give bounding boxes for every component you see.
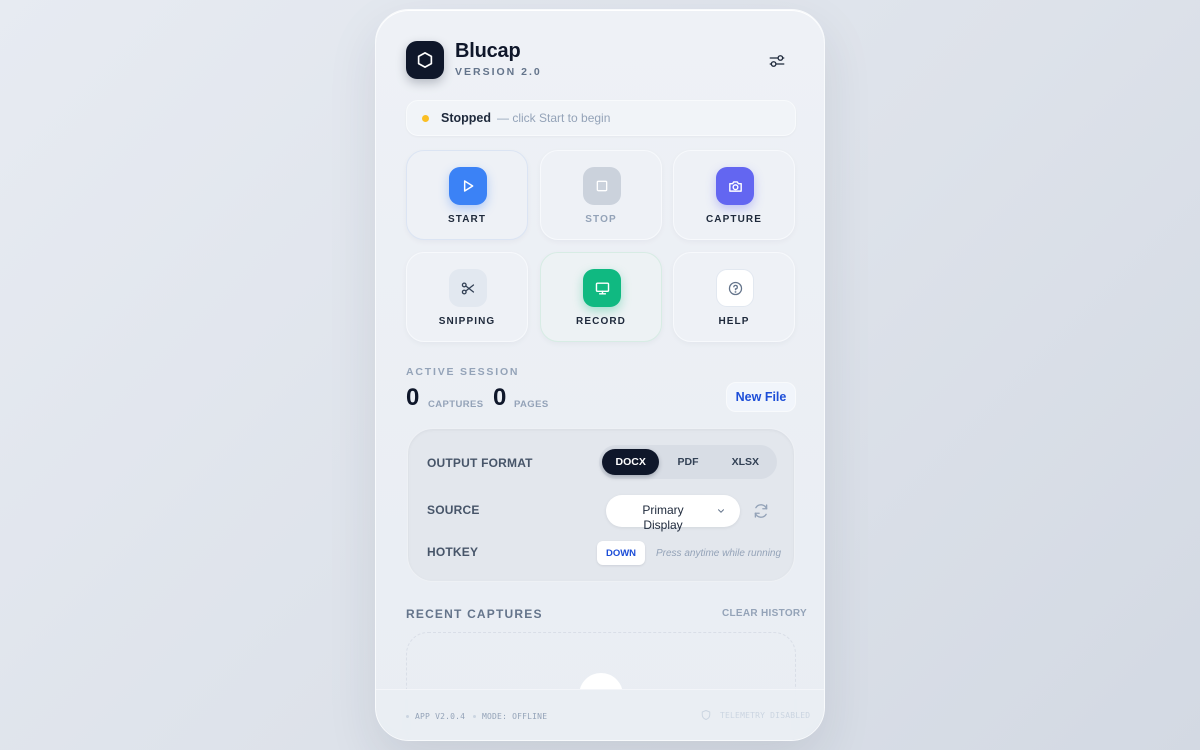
chevron-down-icon	[718, 509, 724, 513]
snipping-label: SNIPPING	[438, 316, 496, 327]
pages-count: 0	[493, 384, 507, 411]
format-option-docx[interactable]: DOCX	[602, 449, 660, 475]
footer-mode: MODE: OFFLINE	[473, 712, 547, 721]
record-button[interactable]: RECORD	[540, 252, 662, 342]
refresh-icon[interactable]	[752, 502, 770, 520]
settings-panel: OUTPUT FORMAT DOCX PDF XLSX SOURCE Prima…	[407, 428, 795, 582]
stop-button[interactable]: STOP	[540, 150, 662, 240]
hotkey-label: HOTKEY	[427, 545, 479, 559]
shield-icon	[701, 710, 711, 720]
clear-history-button[interactable]: CLEAR HISTORY	[722, 608, 807, 619]
start-button[interactable]: START	[406, 150, 528, 240]
app-title: Blucap	[455, 40, 521, 62]
help-label: HELP	[718, 316, 750, 327]
snipping-button[interactable]: SNIPPING	[406, 252, 528, 342]
sliders-icon	[769, 55, 785, 67]
hotkey-hint: Press anytime while running	[656, 548, 782, 559]
play-icon	[449, 167, 487, 205]
source-value: Primary Display	[642, 503, 684, 532]
app-window: Blucap VERSION 2.0 Stopped — click Start…	[375, 9, 825, 741]
scissors-icon	[449, 269, 487, 307]
monitor-icon	[583, 269, 621, 307]
capture-button[interactable]: CAPTURE	[673, 150, 795, 240]
output-format-label: OUTPUT FORMAT	[427, 456, 533, 470]
capture-label: CAPTURE	[705, 214, 763, 225]
source-label: SOURCE	[427, 503, 480, 517]
format-option-pdf[interactable]: PDF	[659, 449, 716, 475]
footer-app-version: APP V2.0.4	[406, 712, 465, 721]
help-button[interactable]: HELP	[673, 252, 795, 342]
record-label: RECORD	[576, 316, 626, 327]
stop-label: STOP	[585, 214, 617, 225]
hotkey-key[interactable]: DOWN	[597, 541, 645, 565]
new-file-button[interactable]: New File	[726, 382, 796, 412]
format-option-xlsx[interactable]: XLSX	[717, 449, 774, 475]
captures-count: 0	[406, 384, 420, 411]
status-hint: — click Start to begin	[497, 111, 611, 125]
camera-icon	[716, 167, 754, 205]
start-label: START	[447, 214, 487, 225]
captures-unit: CAPTURES	[428, 399, 484, 410]
source-select[interactable]: Primary Display	[606, 495, 740, 532]
pages-unit: PAGES	[514, 399, 549, 410]
help-icon	[716, 269, 754, 307]
status-label: Stopped	[441, 111, 491, 125]
status-dot	[422, 114, 429, 122]
hexagon-icon	[417, 52, 433, 68]
recent-captures-label: RECENT CAPTURES	[406, 607, 543, 621]
app-version: VERSION 2.0	[455, 66, 542, 78]
footer-telemetry: TELEMETRY DISABLED	[700, 709, 810, 721]
footer: APP V2.0.4 MODE: OFFLINE TELEMETRY DISAB…	[376, 689, 824, 740]
status-bar: Stopped — click Start to begin	[406, 100, 796, 136]
active-session-label: ACTIVE SESSION	[406, 366, 520, 378]
output-format-selector: DOCX PDF XLSX	[599, 445, 777, 479]
settings-button[interactable]	[764, 48, 790, 74]
stop-icon	[583, 167, 621, 205]
app-logo	[406, 41, 444, 79]
